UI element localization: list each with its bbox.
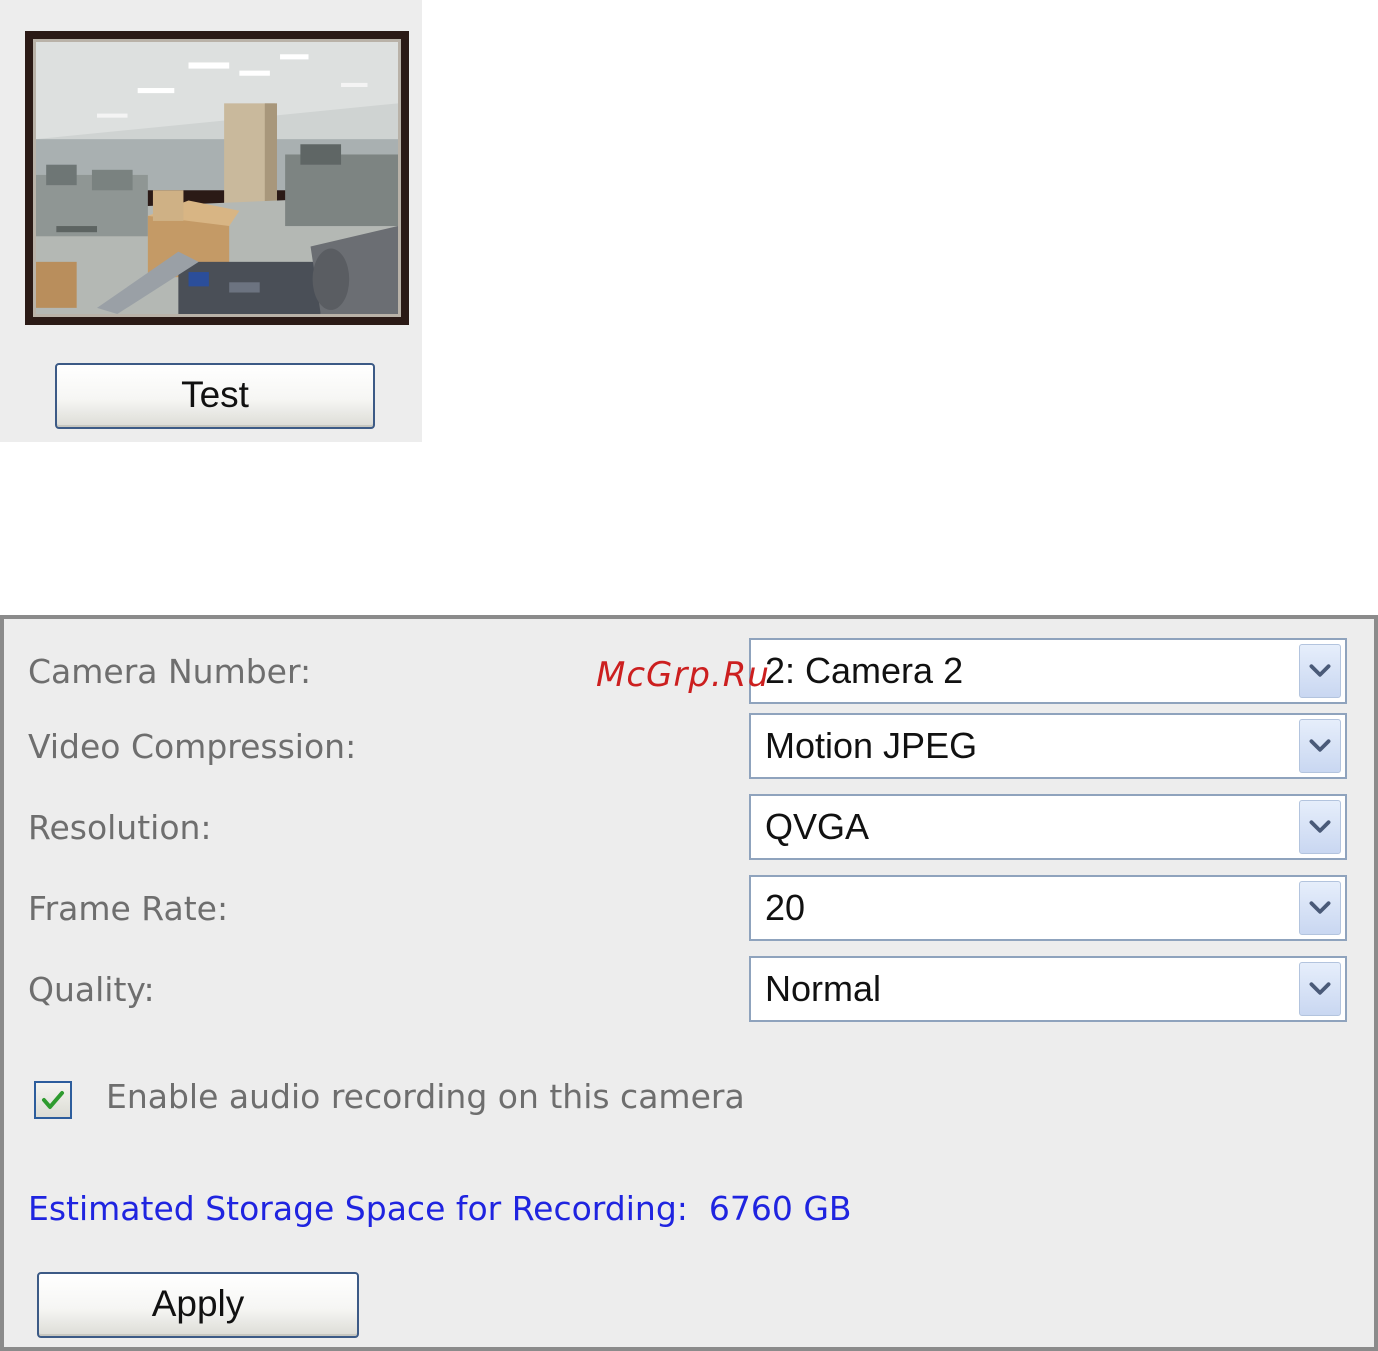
resolution-value: QVGA [765, 806, 870, 847]
camera-preview-panel: Test [0, 0, 422, 442]
estimated-storage-value: 6760 GB [708, 1189, 852, 1228]
camera-preview-frame [25, 31, 409, 325]
chevron-down-icon[interactable] [1299, 800, 1341, 854]
quality-value: Normal [765, 968, 882, 1009]
chevron-down-icon[interactable] [1299, 881, 1341, 935]
video-compression-select[interactable]: Motion JPEG [749, 713, 1347, 779]
frame-rate-select[interactable]: 20 [749, 875, 1347, 941]
test-button[interactable]: Test [55, 363, 375, 429]
resolution-label: Resolution: [28, 808, 212, 847]
quality-label: Quality: [28, 970, 155, 1009]
camera-preview-image [33, 39, 401, 317]
camera-settings-panel: Camera Number: 2: Camera 2 Video Compres… [0, 615, 1378, 1351]
audio-recording-label[interactable]: Enable audio recording on this camera [106, 1077, 745, 1116]
check-icon [42, 1091, 64, 1109]
chevron-down-icon[interactable] [1299, 719, 1341, 773]
estimated-storage: Estimated Storage Space for Recording: 6… [28, 1189, 852, 1228]
quality-select[interactable]: Normal [749, 956, 1347, 1022]
apply-button[interactable]: Apply [37, 1272, 359, 1338]
chevron-down-icon[interactable] [1299, 644, 1341, 698]
frame-rate-value: 20 [765, 887, 806, 928]
camera-number-value: 2: Camera 2 [765, 650, 964, 691]
video-compression-value: Motion JPEG [765, 725, 978, 766]
camera-number-label: Camera Number: [28, 652, 312, 691]
estimated-storage-label: Estimated Storage Space for Recording: [28, 1189, 688, 1228]
office-scene-image [36, 42, 398, 314]
camera-number-select[interactable]: 2: Camera 2 [749, 638, 1347, 704]
chevron-down-icon[interactable] [1299, 962, 1341, 1016]
video-compression-label: Video Compression: [28, 727, 357, 766]
resolution-select[interactable]: QVGA [749, 794, 1347, 860]
audio-recording-checkbox[interactable] [34, 1081, 72, 1119]
frame-rate-label: Frame Rate: [28, 889, 229, 928]
